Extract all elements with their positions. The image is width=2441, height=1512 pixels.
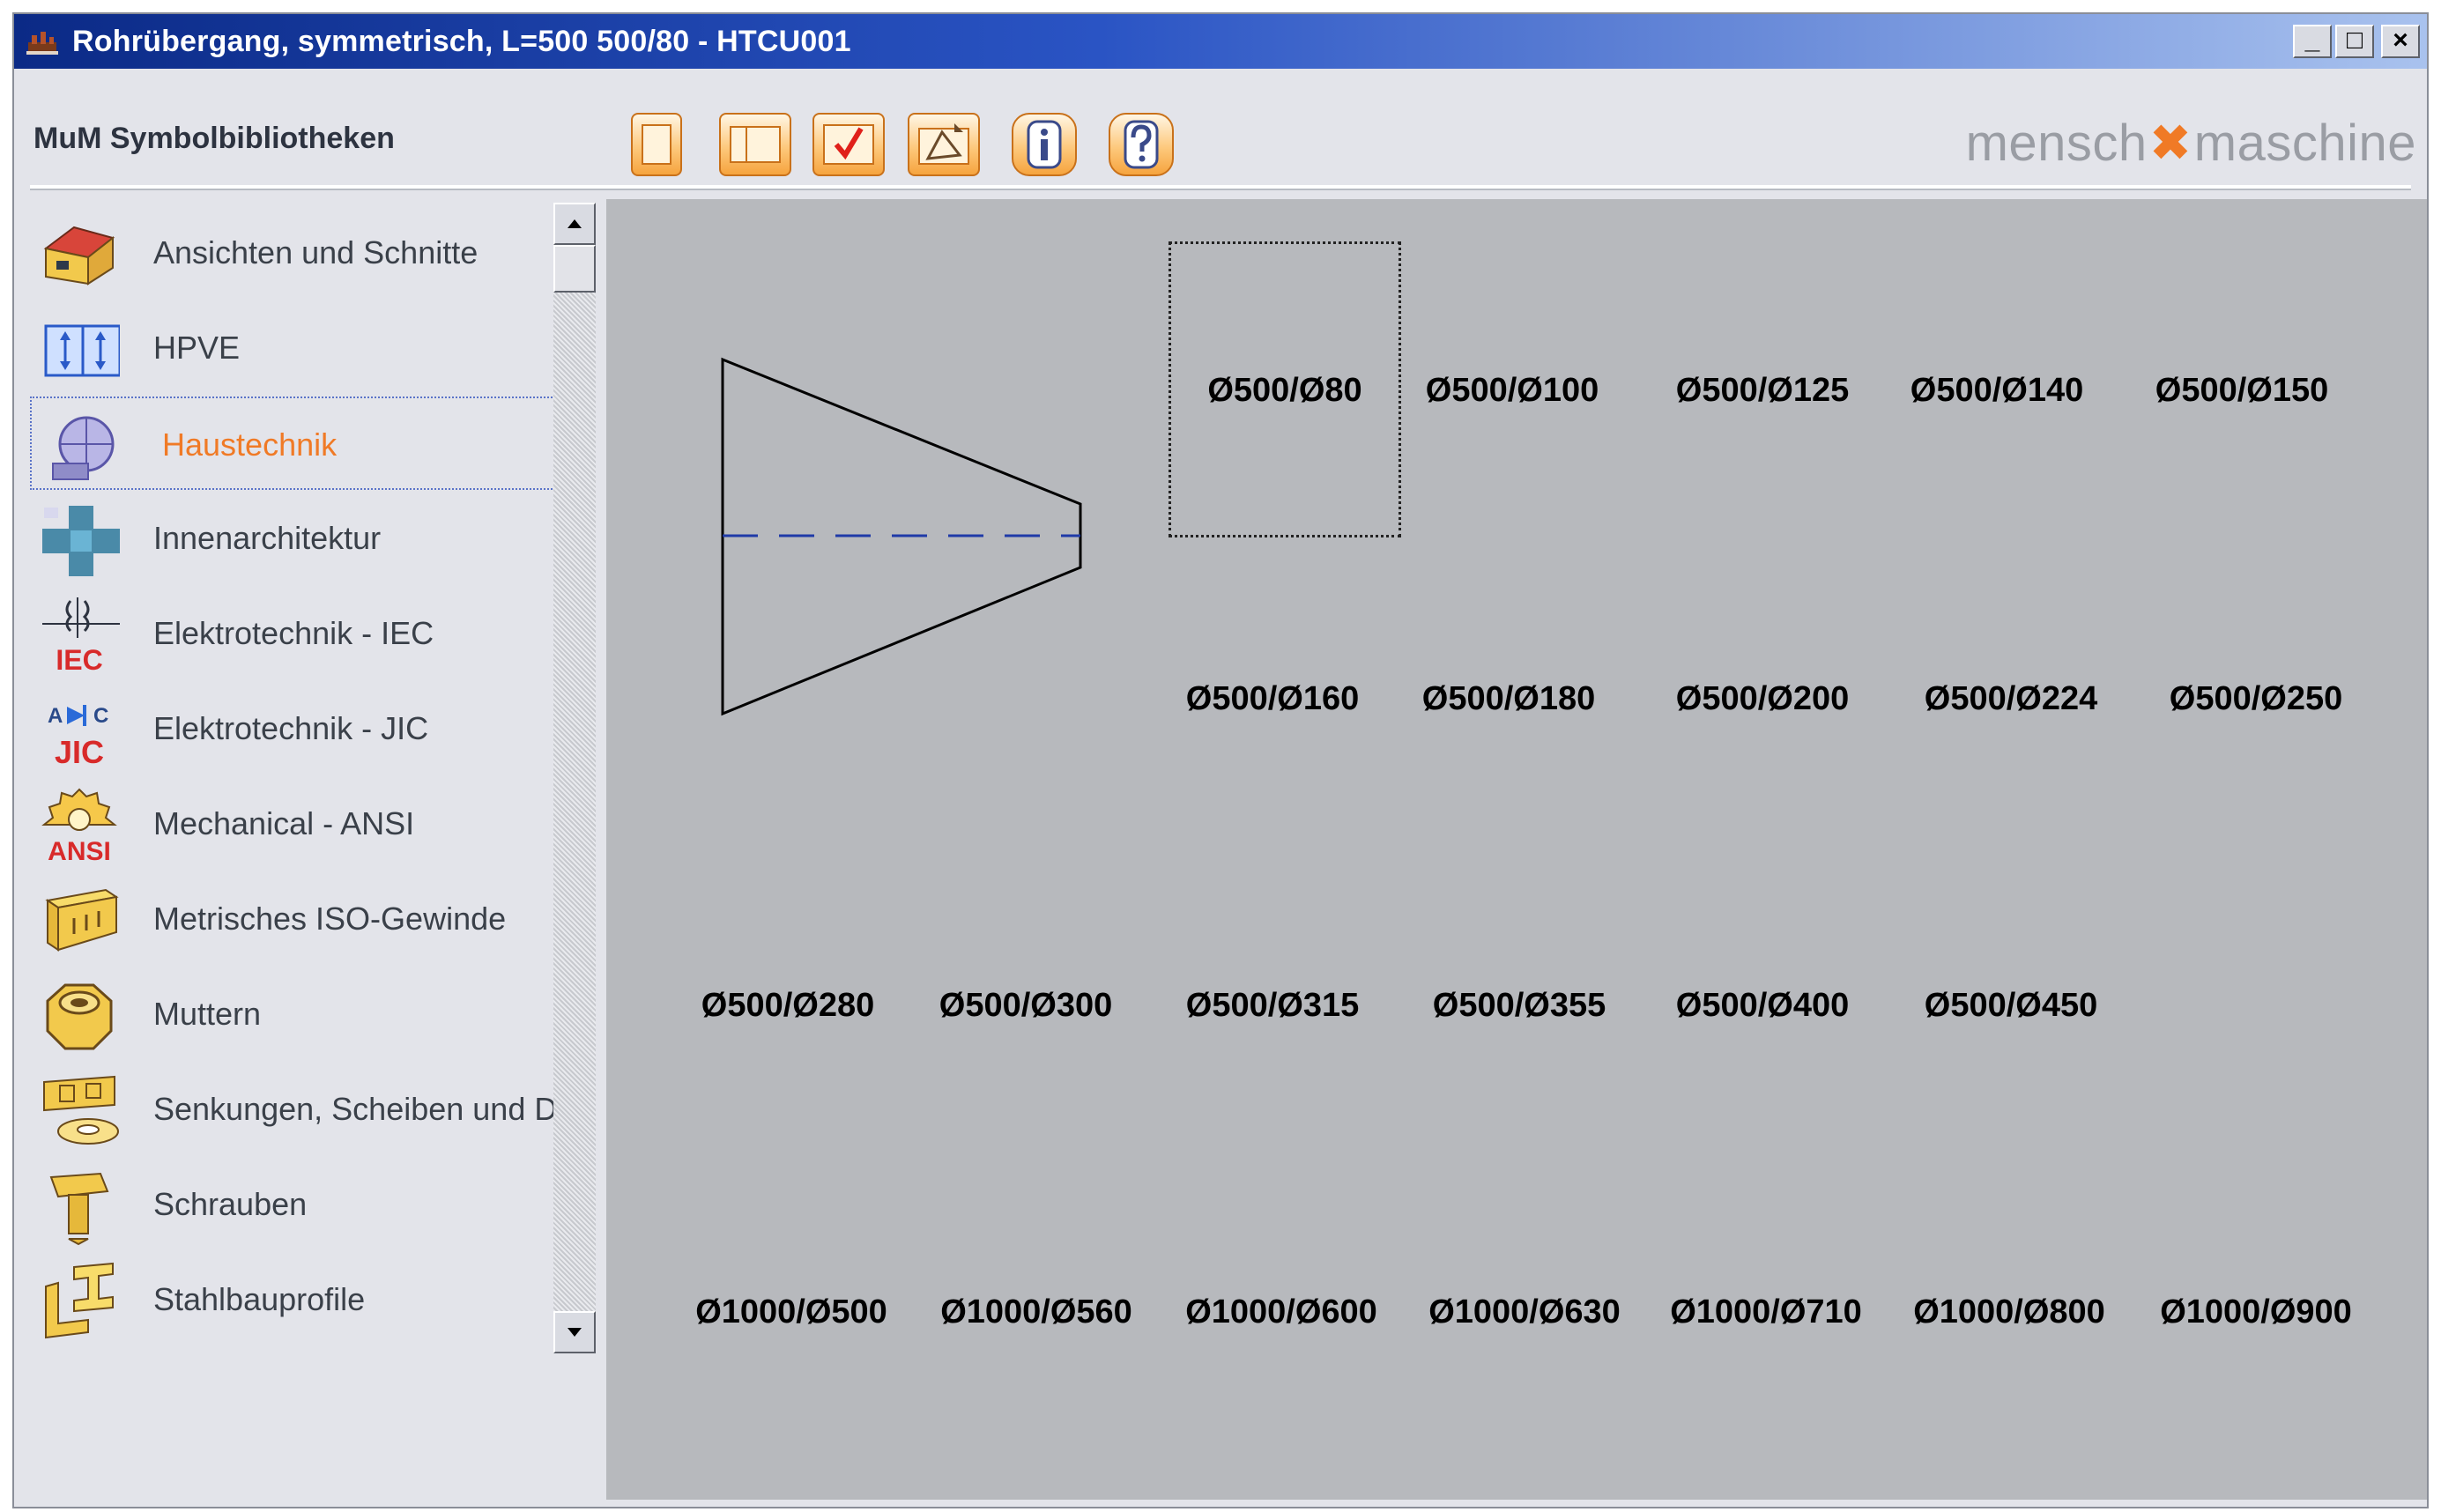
tool-insert-button[interactable]	[908, 113, 980, 176]
library-item-haustechnik[interactable]: Haustechnik	[30, 397, 555, 490]
library-title: MuM Symbolbibliotheken	[33, 122, 395, 155]
jic-icon: A C JIC	[48, 704, 108, 770]
svg-text:A: A	[48, 704, 63, 728]
arrow-up-icon	[568, 219, 582, 228]
library-item-label: Ansichten und Schnitte	[153, 234, 479, 271]
help-icon	[1124, 120, 1159, 169]
tool-help-button[interactable]	[1109, 113, 1174, 176]
brand-logo: mensch✖maschine	[1966, 113, 2416, 173]
thread-icon	[45, 888, 119, 952]
tool-check-button[interactable]	[812, 113, 885, 176]
library-item-innenarchitektur[interactable]: Innenarchitektur	[30, 492, 555, 585]
size-option[interactable]: Ø500/Ø150	[2155, 372, 2328, 410]
svg-text:JIC: JIC	[55, 734, 104, 770]
screw-icon	[49, 1172, 109, 1246]
library-item-mechanical-ansi[interactable]: ANSI Mechanical - ANSI	[30, 777, 555, 871]
library-item-label: Elektrotechnik - JIC	[153, 710, 429, 746]
svg-text:ANSI: ANSI	[48, 837, 111, 865]
library-item-ansichten[interactable]: Ansichten und Schnitte	[30, 206, 555, 300]
size-option[interactable]: Ø500/Ø355	[1433, 987, 1606, 1025]
size-option[interactable]: Ø500/Ø450	[1925, 987, 2097, 1025]
app-icon	[26, 32, 58, 55]
gear-icon: ANSI	[41, 788, 117, 865]
blank-page-icon	[642, 124, 671, 165]
house-icon	[43, 226, 115, 285]
size-option[interactable]: Ø500/Ø250	[2170, 680, 2342, 718]
library-item-senkungen-scheiben[interactable]: Senkungen, Scheiben und Du	[30, 1063, 575, 1156]
size-option[interactable]: Ø500/Ø100	[1426, 372, 1599, 410]
checkmark-icon	[823, 124, 874, 165]
size-option[interactable]: Ø500/Ø200	[1676, 680, 1849, 718]
pipe-reducer-preview	[721, 357, 1082, 716]
size-option[interactable]: Ø500/Ø140	[1911, 372, 2083, 410]
library-item-label: Metrisches ISO-Gewinde	[153, 901, 507, 937]
library-item-label: Senkungen, Scheiben und Du	[153, 1091, 575, 1127]
library-item-schrauben[interactable]: Schrauben	[30, 1158, 555, 1251]
pump-icon	[52, 416, 115, 480]
window-title: Rohrübergang, symmetrisch, L=500 500/80 …	[72, 25, 851, 58]
brand-text-left: mensch	[1965, 115, 2148, 172]
arrow-down-icon	[568, 1328, 582, 1337]
size-option[interactable]: Ø1000/Ø900	[2160, 1293, 2352, 1331]
size-option[interactable]: Ø500/Ø180	[1422, 680, 1595, 718]
library-item-label: Muttern	[153, 996, 262, 1032]
library-item-label: Schrauben	[153, 1186, 308, 1222]
brand-text-right: maschine	[2193, 115, 2416, 172]
minimize-button[interactable]: _	[2293, 25, 2332, 58]
library-item-elektrotechnik-iec[interactable]: IEC Elektrotechnik - IEC	[30, 587, 555, 680]
library-item-hpve[interactable]: HPVE	[30, 301, 555, 395]
brand-cross-icon: ✖	[2148, 115, 2192, 172]
size-option[interactable]: Ø500/Ø300	[939, 987, 1112, 1025]
insert-shape-icon	[918, 123, 969, 165]
tool-info-button[interactable]	[1012, 113, 1077, 176]
size-option[interactable]: Ø1000/Ø630	[1428, 1293, 1621, 1331]
maximize-button[interactable]: □	[2335, 25, 2374, 58]
washer-icon	[43, 1075, 119, 1145]
tool-new-button[interactable]	[631, 113, 682, 176]
steel-profile-icon	[45, 1262, 114, 1339]
size-option[interactable]: Ø1000/Ø800	[1913, 1293, 2105, 1331]
nut-icon	[46, 983, 113, 1050]
library-item-label: HPVE	[153, 330, 241, 366]
svg-text:C: C	[93, 704, 108, 728]
scroll-up-button[interactable]	[553, 203, 596, 245]
toolbar: MuM Symbolbibliotheken mensch✖maschine	[14, 69, 2427, 182]
panel-icon	[730, 126, 781, 163]
library-item-muttern[interactable]: Muttern	[30, 967, 555, 1061]
toolbar-divider	[30, 185, 2411, 190]
library-item-label: Haustechnik	[162, 426, 338, 463]
size-option[interactable]: Ø500/Ø80	[1207, 372, 1361, 410]
library-item-stahlbauprofile[interactable]: Stahlbauprofile	[30, 1253, 555, 1346]
size-option[interactable]: Ø500/Ø400	[1676, 987, 1849, 1025]
size-option[interactable]: Ø1000/Ø710	[1670, 1293, 1862, 1331]
app-window: Rohrübergang, symmetrisch, L=500 500/80 …	[12, 12, 2429, 1508]
library-list: Ansichten und Schnitte HPVE Haustechnik	[30, 199, 575, 1346]
close-button[interactable]: ×	[2381, 25, 2420, 58]
symbol-canvas: Ø500/Ø80 Ø500/Ø100 Ø500/Ø125 Ø500/Ø140 Ø…	[606, 199, 2427, 1500]
size-option[interactable]: Ø500/Ø224	[1925, 680, 2097, 718]
title-bar[interactable]: Rohrübergang, symmetrisch, L=500 500/80 …	[14, 14, 2427, 69]
size-option[interactable]: Ø1000/Ø560	[940, 1293, 1132, 1331]
svg-text:IEC: IEC	[56, 644, 102, 675]
size-option[interactable]: Ø1000/Ø500	[695, 1293, 887, 1331]
library-scrollbar[interactable]	[553, 203, 596, 1353]
library-item-metrisches-iso-gewinde[interactable]: Metrisches ISO-Gewinde	[30, 872, 555, 966]
arrows-icon	[44, 324, 120, 377]
size-option[interactable]: Ø500/Ø280	[701, 987, 874, 1025]
library-item-elektrotechnik-jic[interactable]: A C JIC Elektrotechnik - JIC	[30, 682, 555, 775]
iec-icon: IEC	[42, 597, 120, 675]
info-icon	[1027, 120, 1062, 169]
size-option[interactable]: Ø500/Ø160	[1186, 680, 1359, 718]
size-option[interactable]: Ø1000/Ø600	[1185, 1293, 1377, 1331]
size-option[interactable]: Ø500/Ø125	[1676, 372, 1849, 410]
scroll-down-button[interactable]	[553, 1311, 596, 1353]
tool-panel-button[interactable]	[719, 113, 791, 176]
furniture-icon	[42, 506, 120, 576]
library-item-label: Innenarchitektur	[153, 520, 382, 556]
size-option[interactable]: Ø500/Ø315	[1186, 987, 1359, 1025]
scroll-thumb[interactable]	[553, 245, 596, 293]
library-item-label: Mechanical - ANSI	[153, 805, 415, 841]
library-item-label: Stahlbauprofile	[153, 1281, 366, 1317]
library-item-label: Elektrotechnik - IEC	[153, 615, 434, 651]
